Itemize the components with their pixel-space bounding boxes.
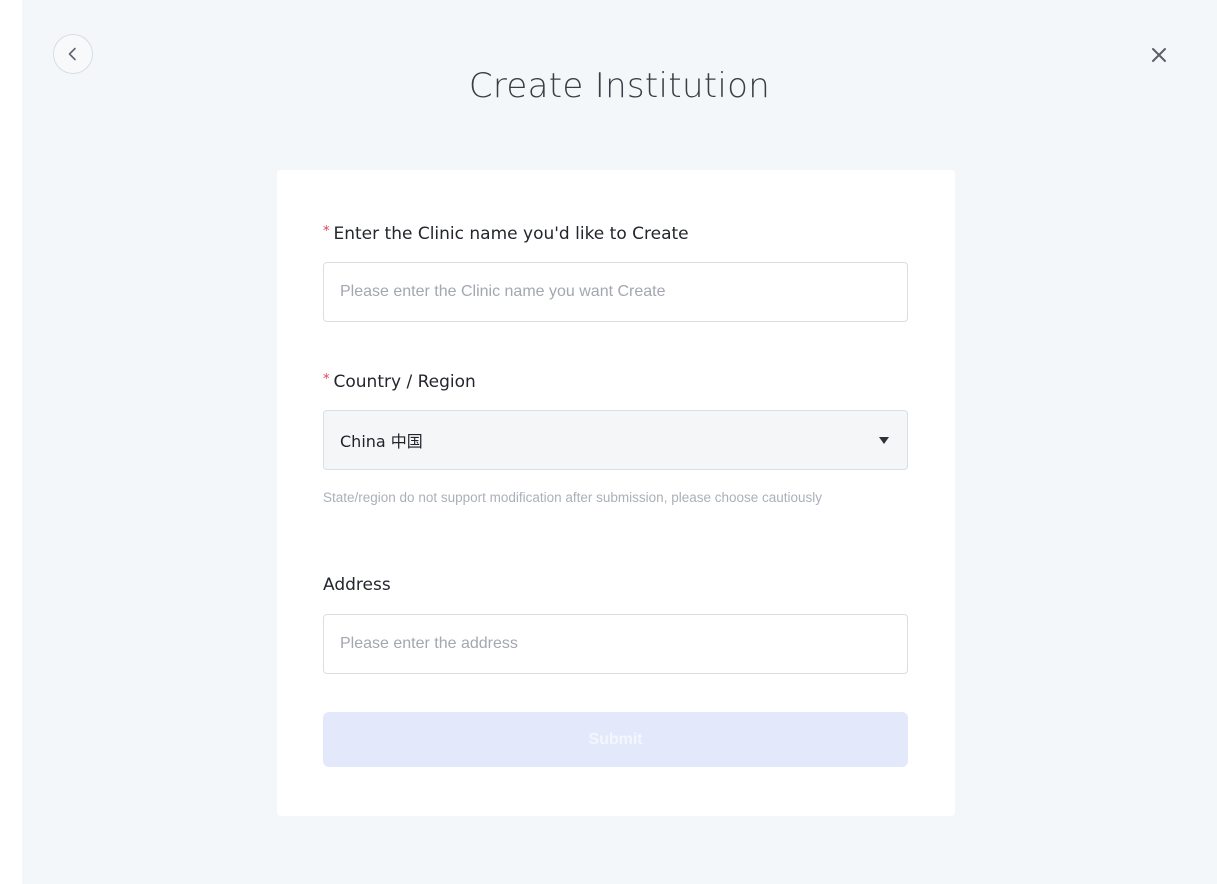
caret-down-icon xyxy=(879,436,889,444)
create-institution-modal: Create Institution * Enter the Clinic nam… xyxy=(22,0,1217,884)
required-mark: * xyxy=(323,372,330,387)
country-label: * Country / Region xyxy=(323,372,476,392)
chevron-left-icon xyxy=(68,47,76,61)
clinic-name-input[interactable] xyxy=(323,262,908,322)
country-hint: State/region do not support modification… xyxy=(323,490,823,505)
clinic-name-label: * Enter the Clinic name you'd like to Cre… xyxy=(323,224,689,244)
address-input[interactable] xyxy=(323,614,908,674)
address-label: Address xyxy=(323,575,391,595)
country-selected-value: China 中国 xyxy=(340,432,423,451)
country-label-text: Country / Region xyxy=(333,372,476,392)
close-button[interactable] xyxy=(1146,42,1172,68)
page-title: Create Institution xyxy=(468,66,771,106)
clinic-name-label-text: Enter the Clinic name you'd like to Crea… xyxy=(333,224,689,244)
form-card: * Enter the Clinic name you'd like to Cre… xyxy=(277,170,955,816)
close-icon xyxy=(1152,48,1166,62)
submit-button[interactable]: Submit xyxy=(323,712,908,767)
country-select[interactable]: China 中国 xyxy=(323,410,908,470)
required-mark: * xyxy=(323,224,330,239)
